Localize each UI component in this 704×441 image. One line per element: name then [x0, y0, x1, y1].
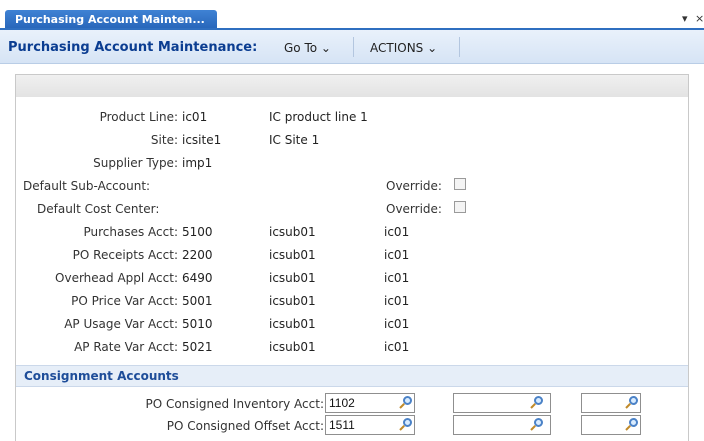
ap-usage-var-acct-value: 5010: [182, 317, 213, 331]
supplier-type-label: Supplier Type:: [93, 156, 178, 170]
po-consigned-inventory-label: PO Consigned Inventory Acct:: [145, 397, 324, 411]
po-price-var-acct-label: PO Price Var Acct:: [71, 294, 178, 308]
overhead-appl-cc-value: ic01: [384, 271, 410, 285]
tab-strip: Purchasing Account Mainten... ▾ ×: [0, 0, 704, 30]
magnifier-lookup-icon[interactable]: [399, 418, 413, 432]
purchases-acct-label: Purchases Acct:: [83, 225, 179, 239]
po-price-var-acct-value: 5001: [182, 294, 213, 308]
po-receipts-acct-label: PO Receipts Acct:: [72, 248, 178, 262]
po-receipts-acct-value: 2200: [182, 248, 213, 262]
form-panel: Product Line: ic01 IC product line 1 Sit…: [15, 74, 689, 441]
tab-purchasing-account-maintenance[interactable]: Purchasing Account Mainten...: [5, 10, 217, 30]
ap-usage-var-cc-value: ic01: [384, 317, 410, 331]
magnifier-lookup-icon[interactable]: [625, 418, 639, 432]
overhead-appl-sub-value: icsub01: [269, 271, 316, 285]
product-line-label: Product Line:: [99, 110, 178, 124]
close-icon[interactable]: ×: [695, 12, 704, 25]
consignment-accounts-section-header: Consignment Accounts: [16, 365, 688, 387]
default-cost-center-label: Default Cost Center:: [37, 202, 160, 216]
po-consigned-offset-label: PO Consigned Offset Acct:: [166, 419, 324, 433]
cost-center-override-checkbox[interactable]: [454, 201, 466, 213]
ap-usage-var-sub-value: icsub01: [269, 317, 316, 331]
ap-rate-var-acct-label: AP Rate Var Acct:: [74, 340, 178, 354]
chevron-down-icon[interactable]: ▾: [682, 12, 688, 25]
menu-divider: [459, 37, 460, 57]
magnifier-lookup-icon[interactable]: [625, 396, 639, 410]
site-value: icsite1: [182, 133, 222, 147]
tab-label: Purchasing Account Mainten...: [15, 13, 205, 26]
po-price-var-cc-value: ic01: [384, 294, 410, 308]
purchases-cc-value: ic01: [384, 225, 410, 239]
ap-rate-var-sub-value: icsub01: [269, 340, 316, 354]
site-label: Site:: [150, 133, 178, 147]
purchases-acct-value: 5100: [182, 225, 213, 239]
panel-header: [16, 75, 688, 97]
magnifier-lookup-icon[interactable]: [530, 418, 544, 432]
tab-controls: ▾ ×: [678, 12, 704, 26]
overhead-appl-acct-value: 6490: [182, 271, 213, 285]
magnifier-lookup-icon[interactable]: [399, 396, 413, 410]
product-line-value: ic01: [182, 110, 208, 124]
ap-rate-var-cc-value: ic01: [384, 340, 410, 354]
title-menu-bar: Purchasing Account Maintenance: Go To ⌄ …: [0, 30, 704, 64]
page-title: Purchasing Account Maintenance:: [8, 40, 258, 55]
default-sub-account-label: Default Sub-Account:: [23, 179, 151, 193]
po-receipts-cc-value: ic01: [384, 248, 410, 262]
product-line-description: IC product line 1: [269, 110, 368, 124]
magnifier-lookup-icon[interactable]: [530, 396, 544, 410]
menu-divider: [353, 37, 354, 57]
ap-usage-var-acct-label: AP Usage Var Acct:: [64, 317, 178, 331]
ap-rate-var-acct-value: 5021: [182, 340, 213, 354]
po-receipts-sub-value: icsub01: [269, 248, 316, 262]
overhead-appl-acct-label: Overhead Appl Acct:: [55, 271, 178, 285]
po-price-var-sub-value: icsub01: [269, 294, 316, 308]
site-description: IC Site 1: [269, 133, 320, 147]
sub-account-override-label: Override:: [386, 179, 442, 193]
consignment-accounts-title: Consignment Accounts: [24, 369, 179, 383]
cost-center-override-label: Override:: [386, 202, 442, 216]
supplier-type-value: imp1: [182, 156, 213, 170]
sub-account-override-checkbox[interactable]: [454, 178, 466, 190]
actions-menu[interactable]: ACTIONS ⌄: [370, 41, 437, 55]
purchases-sub-value: icsub01: [269, 225, 316, 239]
goto-menu[interactable]: Go To ⌄: [284, 41, 331, 55]
